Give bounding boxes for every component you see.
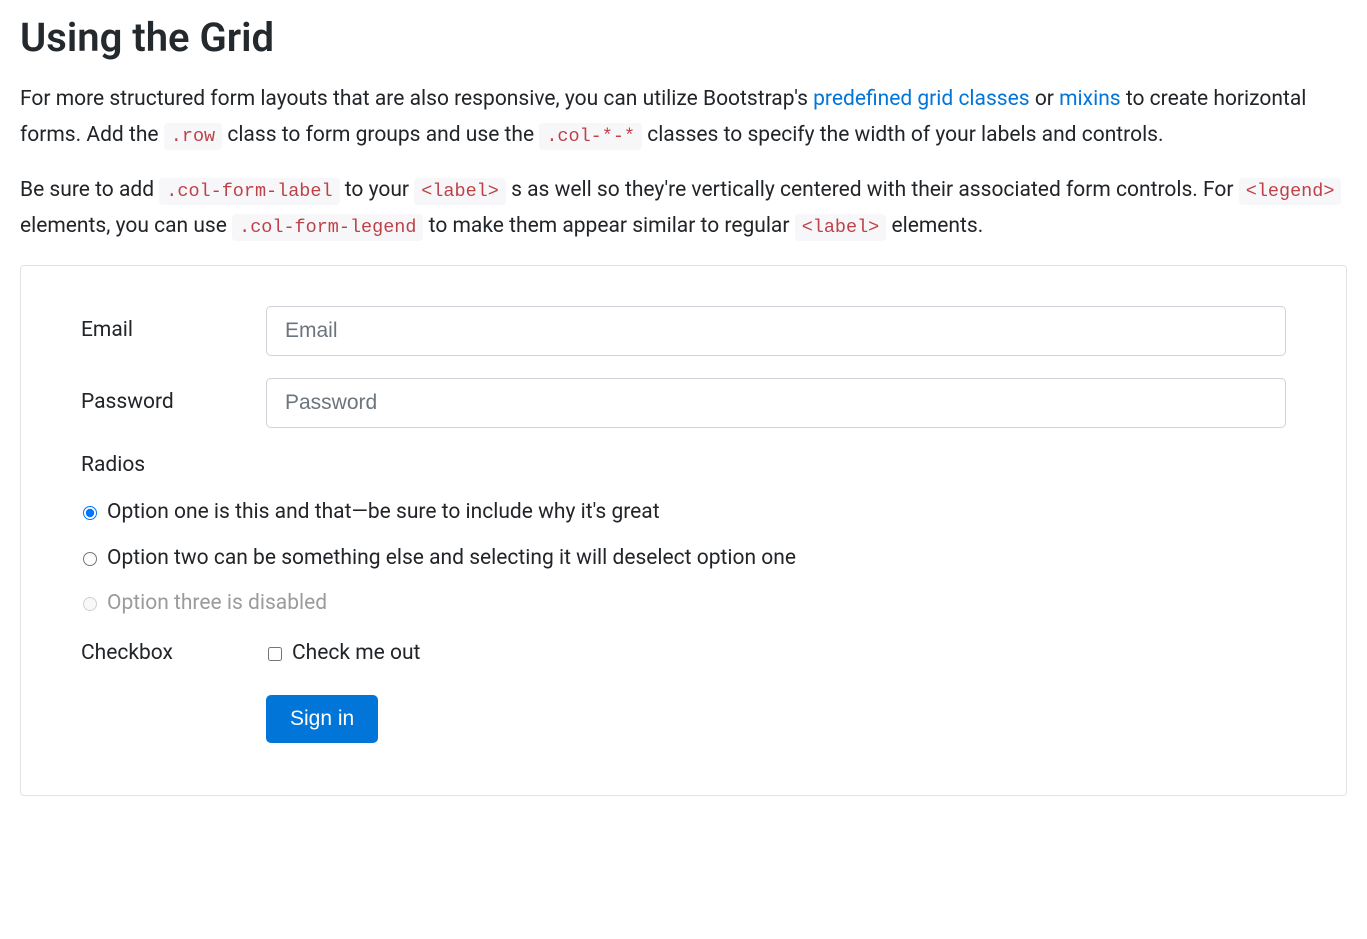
radios-legend: Radios	[81, 450, 1286, 482]
text: to make them appear similar to regular	[423, 214, 794, 238]
checkbox-section-label: Checkbox	[81, 638, 266, 670]
email-row: Email	[81, 306, 1286, 356]
password-field[interactable]	[266, 378, 1286, 428]
email-field[interactable]	[266, 306, 1286, 356]
text: Be sure to add	[20, 178, 159, 202]
text: classes to specify the width of your lab…	[642, 123, 1164, 147]
code-col-form-legend: .col-form-legend	[232, 214, 423, 241]
text: class to form groups and use the	[222, 123, 539, 147]
radio-option-one[interactable]: Option one is this and that—be sure to i…	[81, 497, 1286, 529]
password-label: Password	[81, 387, 266, 419]
intro-paragraph-1: For more structured form layouts that ar…	[20, 82, 1347, 153]
text: For more structured form layouts that ar…	[20, 87, 813, 111]
checkbox-item[interactable]: Check me out	[266, 638, 1286, 670]
submit-row: Sign in	[81, 695, 1286, 743]
radio-input-two[interactable]	[83, 552, 97, 566]
radios-group: Radios Option one is this and that—be su…	[81, 450, 1286, 620]
code-label-tag-2: <label>	[795, 214, 887, 241]
radio-label-three: Option three is disabled	[107, 588, 327, 620]
radio-option-three: Option three is disabled	[81, 588, 1286, 620]
text: to your	[340, 178, 415, 202]
example-form-box: Email Password Radios Option one is this…	[20, 265, 1347, 797]
code-legend-tag: <legend>	[1239, 178, 1342, 205]
sign-in-button[interactable]: Sign in	[266, 695, 378, 743]
text: or	[1030, 87, 1060, 111]
predefined-grid-classes-link[interactable]: predefined grid classes	[813, 87, 1030, 111]
code-col: .col-*-*	[539, 123, 642, 150]
radio-input-three	[83, 597, 97, 611]
radio-label-two: Option two can be something else and sel…	[107, 543, 796, 575]
password-row: Password	[81, 378, 1286, 428]
text: elements, you can use	[20, 214, 232, 238]
code-col-form-label: .col-form-label	[159, 178, 339, 205]
intro-paragraph-2: Be sure to add .col-form-label to your <…	[20, 173, 1347, 244]
checkbox-row: Checkbox Check me out	[81, 638, 1286, 670]
email-label: Email	[81, 315, 266, 347]
radio-input-one[interactable]	[83, 506, 97, 520]
mixins-link[interactable]: mixins	[1059, 87, 1120, 111]
page-title: Using the Grid	[20, 0, 1347, 68]
radio-label-one: Option one is this and that—be sure to i…	[107, 497, 660, 529]
text: s as well so they're vertically centered…	[506, 178, 1239, 202]
code-label-tag: <label>	[414, 178, 506, 205]
checkbox-input[interactable]	[268, 647, 282, 661]
radio-option-two[interactable]: Option two can be something else and sel…	[81, 543, 1286, 575]
checkbox-text: Check me out	[292, 638, 420, 670]
code-row: .row	[164, 123, 222, 150]
text: elements.	[886, 214, 983, 238]
